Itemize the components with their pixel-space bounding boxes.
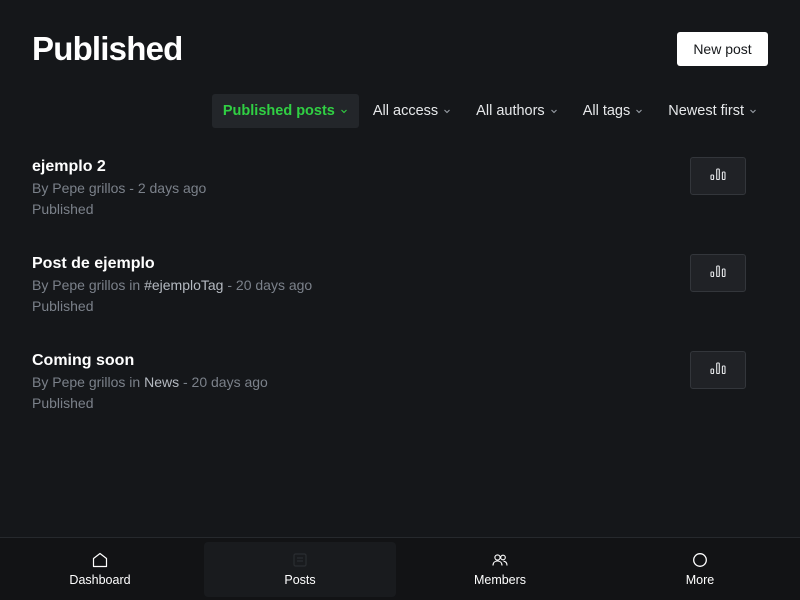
page-title: Published [32,30,183,67]
filter-authors-label: All authors [476,103,545,119]
nav-item-members[interactable]: Members [400,538,600,600]
chevron-down-icon [443,107,451,115]
more-icon [691,552,709,568]
analytics-button[interactable] [690,157,746,195]
post-tag-link[interactable]: #ejemploTag [144,277,223,293]
filter-access-label: All access [372,103,439,119]
post-status: Published [32,395,94,411]
post-in: in [125,374,145,390]
home-icon [91,552,109,568]
filter-sort-label: Newest first [668,103,744,119]
analytics-button[interactable] [690,254,746,292]
post-status: Published [32,201,94,217]
nav-item-posts[interactable]: Posts [200,538,400,600]
new-post-button[interactable]: New post [677,32,768,66]
chevron-down-icon [550,107,558,115]
post-time: - 2 days ago [125,180,207,196]
chevron-down-icon [340,107,348,115]
members-icon [491,552,509,568]
filter-authors[interactable]: All authors [465,94,569,128]
post-title[interactable]: Coming soon [32,350,748,372]
nav-item-dashboard[interactable]: Dashboard [0,538,200,600]
post-author: By Pepe grillos [32,180,126,196]
post-time: - 20 days ago [223,277,313,293]
filter-sort[interactable]: Newest first [657,94,768,128]
post-meta: By Pepe grillos in News - 20 days ago [32,372,748,393]
nav-label: Dashboard [69,572,131,587]
filter-status[interactable]: Published posts [211,94,359,128]
filter-tags[interactable]: All tags [572,94,655,128]
post-in: in [125,277,145,293]
post-author: By Pepe grillos [32,277,126,293]
post-list: ejemplo 2 By Pepe grillos - 2 days ago P… [32,156,748,447]
post-meta: By Pepe grillos - 2 days ago [32,178,748,199]
post-status: Published [32,298,94,314]
chevron-down-icon [635,107,643,115]
bar-chart-icon [710,264,726,283]
bar-chart-icon [710,167,726,186]
nav-label: Posts [284,572,316,587]
chevron-down-icon [749,107,757,115]
filter-status-label: Published posts [222,103,335,119]
nav-label: More [685,572,715,587]
post-time: - 20 days ago [179,374,268,390]
bottom-nav: Dashboard Posts Members More [0,537,800,600]
posts-page: Published New post Published posts All a… [0,0,800,600]
posts-icon [291,552,309,568]
post-row[interactable]: Coming soon By Pepe grillos in News - 20… [32,350,748,447]
post-meta: By Pepe grillos in #ejemploTag - 20 days… [32,275,748,296]
filter-access[interactable]: All access [362,94,462,128]
post-tag-link[interactable]: News [144,374,179,390]
analytics-button[interactable] [690,351,746,389]
filter-tags-label: All tags [582,103,631,119]
post-row[interactable]: Post de ejemplo By Pepe grillos in #ejem… [32,253,748,350]
post-row[interactable]: ejemplo 2 By Pepe grillos - 2 days ago P… [32,156,748,253]
nav-label: Members [473,572,527,587]
nav-item-more[interactable]: More [600,538,800,600]
bar-chart-icon [710,361,726,380]
post-author: By Pepe grillos [32,374,126,390]
filter-bar: Published posts All access All authors A… [211,94,768,128]
post-title[interactable]: ejemplo 2 [32,156,748,178]
post-title[interactable]: Post de ejemplo [32,253,748,275]
